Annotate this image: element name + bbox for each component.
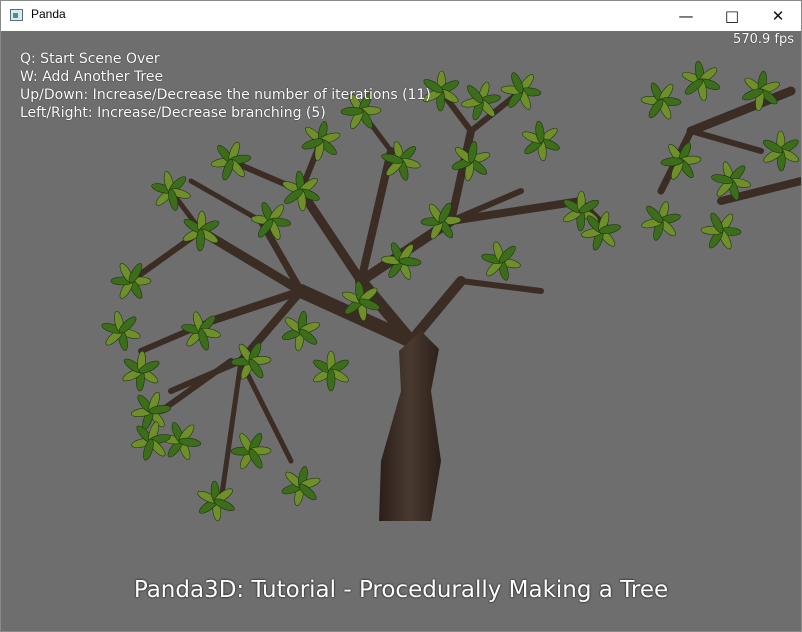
leaf-cluster: [762, 130, 800, 172]
leaf-cluster: [641, 201, 681, 241]
instructions-panel: Q: Start Scene Over W: Add Another Tree …: [20, 50, 431, 122]
instruction-add-tree: W: Add Another Tree: [20, 69, 164, 85]
leaf-cluster: [210, 141, 252, 181]
branch: [168, 358, 244, 394]
leaf-cluster: [197, 480, 235, 522]
leaf-cluster: [230, 432, 272, 470]
trunk-shape: [379, 331, 441, 521]
tree-trunk: [379, 331, 441, 521]
leaf-cluster: [122, 350, 160, 392]
maximize-button[interactable]: □: [709, 1, 755, 31]
branch: [218, 358, 244, 504]
tutorial-title: Panda3D: Tutorial - Procedurally Making …: [133, 577, 669, 603]
render-viewport[interactable]: Q: Start Scene Over W: Add Another Tree …: [1, 31, 801, 631]
instruction-branching: Left/Right: Increase/Decrease branching …: [20, 105, 326, 121]
maximize-icon: □: [724, 7, 740, 25]
branch: [688, 128, 764, 154]
leaf-cluster: [101, 311, 141, 351]
leaf-cluster: [151, 171, 191, 211]
leaf-cluster: [700, 212, 742, 250]
window-title: Panda: [31, 7, 66, 21]
leaf-cluster: [522, 120, 560, 162]
instruction-start-over: Q: Start Scene Over: [20, 51, 160, 67]
leaf-cluster: [281, 310, 321, 352]
leaf-cluster: [640, 82, 682, 120]
leaf-cluster: [182, 210, 220, 252]
branch: [458, 278, 544, 294]
app-icon: [10, 9, 23, 21]
minimize-button[interactable]: —: [663, 1, 709, 31]
fps-counter: 570.9 fps: [733, 32, 794, 47]
leaf-cluster: [451, 140, 491, 182]
leaf-cluster: [301, 121, 341, 161]
branch: [406, 276, 466, 346]
leaf-cluster: [313, 350, 349, 392]
leaf-cluster: [281, 466, 321, 506]
leaf-cluster: [481, 241, 521, 281]
leaf-cluster: [130, 391, 172, 431]
leaf-cluster: [131, 421, 171, 461]
app-window: Panda — □ ✕ Q: Start Scene Over W: Add A…: [0, 0, 802, 632]
close-icon: ✕: [771, 7, 785, 25]
close-button[interactable]: ✕: [755, 1, 801, 31]
instruction-iterations: Up/Down: Increase/Decrease the number of…: [20, 87, 431, 103]
minimize-icon: —: [678, 7, 694, 25]
branch: [296, 186, 366, 286]
title-bar[interactable]: Panda — □ ✕: [1, 1, 801, 31]
leaf-cluster: [681, 60, 721, 102]
